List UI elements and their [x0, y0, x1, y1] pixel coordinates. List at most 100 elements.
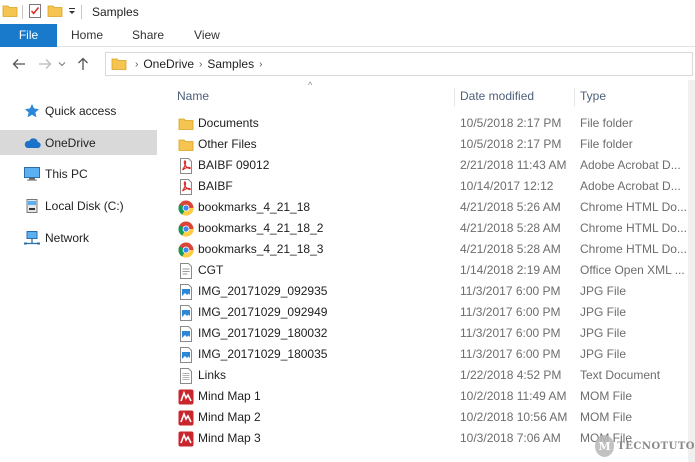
file-name: Documents	[198, 116, 259, 130]
tab-share[interactable]: Share	[118, 24, 180, 47]
file-name: Mind Map 1	[198, 389, 261, 403]
file-row[interactable]: bookmarks_4_21_18_3 4/21/2018 5:28 AM Chro…	[160, 239, 695, 260]
mindmap-file-icon	[178, 431, 194, 447]
file-type: JPG File	[580, 305, 627, 319]
file-type: Office Open XML ...	[580, 263, 685, 277]
breadcrumb-chevron-icon[interactable]: ›	[259, 59, 262, 70]
new-folder-icon[interactable]	[47, 4, 63, 21]
network-icon	[22, 230, 42, 246]
file-type: JPG File	[580, 326, 627, 340]
tab-home[interactable]: Home	[58, 24, 118, 47]
column-header: Name Date modified Type	[160, 86, 695, 106]
file-type: JPG File	[580, 347, 627, 361]
folder-icon	[178, 137, 194, 153]
file-name: bookmarks_4_21_18_3	[198, 242, 324, 256]
column-type[interactable]: Type	[574, 86, 693, 106]
tab-file[interactable]: File	[0, 24, 57, 47]
file-row[interactable]: BAIBF 09012 2/21/2018 11:43 AM Adobe Acrob…	[160, 155, 695, 176]
file-type: Adobe Acrobat D...	[580, 179, 681, 193]
file-row[interactable]: IMG_20171029_180035 11/3/2017 6:00 PM JPG …	[160, 344, 695, 365]
breadcrumb-chevron-icon[interactable]: ›	[199, 59, 202, 70]
breadcrumb-onedrive[interactable]: OneDrive	[143, 57, 194, 71]
star-icon	[22, 103, 42, 119]
toolbar-separator	[22, 5, 23, 19]
properties-icon[interactable]	[27, 3, 43, 22]
file-name: CGT	[198, 263, 224, 277]
file-name: Other Files	[198, 137, 257, 151]
file-row[interactable]: IMG_20171029_092949 11/3/2017 6:00 PM JPG …	[160, 302, 695, 323]
back-button[interactable]	[8, 53, 30, 75]
file-name: bookmarks_4_21_18	[198, 200, 311, 214]
file-row[interactable]: Other Files 10/5/2018 2:17 PM File folder	[160, 134, 695, 155]
pdf-icon	[178, 179, 194, 195]
file-date-modified: 10/3/2018 7:06 AM	[460, 431, 561, 445]
file-row[interactable]: IMG_20171029_180032 11/3/2017 6:00 PM JPG …	[160, 323, 695, 344]
text-file-icon	[178, 368, 194, 384]
image-file-icon	[178, 347, 194, 363]
file-name: BAIBF 09012	[198, 158, 270, 172]
file-row[interactable]: bookmarks_4_21_18 4/21/2018 5:26 AM Chrome…	[160, 197, 695, 218]
nav-local-disk[interactable]: Local Disk (C:)	[0, 193, 157, 218]
file-date-modified: 11/3/2017 6:00 PM	[460, 284, 561, 298]
breadcrumb-chevron-icon[interactable]: ›	[135, 59, 138, 70]
nav-onedrive[interactable]: OneDrive	[0, 130, 157, 155]
file-date-modified: 10/5/2018 2:17 PM	[460, 137, 562, 151]
file-type: Chrome HTML Do...	[580, 242, 687, 256]
image-file-icon	[178, 326, 194, 342]
title-bar: Samples	[0, 0, 695, 24]
file-date-modified: 4/21/2018 5:28 AM	[460, 242, 561, 256]
watermark-logo: M	[595, 435, 615, 457]
file-row[interactable]: BAIBF 10/14/2017 12:12 Adobe Acrobat D...	[160, 176, 695, 197]
file-name: Mind Map 3	[198, 431, 261, 445]
ribbon-tabs: File Home Share View	[0, 24, 695, 47]
recent-locations-button[interactable]	[56, 53, 68, 75]
file-date-modified: 11/3/2017 6:00 PM	[460, 305, 561, 319]
breadcrumb-samples[interactable]: Samples	[207, 57, 254, 71]
chrome-icon	[178, 242, 194, 258]
file-rows: Documents 10/5/2018 2:17 PM File folder Oth…	[160, 113, 695, 449]
file-type: File folder	[580, 116, 633, 130]
file-row[interactable]: bookmarks_4_21_18_2 4/21/2018 5:28 AM Chro…	[160, 218, 695, 239]
file-type: Adobe Acrobat D...	[580, 158, 681, 172]
file-date-modified: 1/14/2018 2:19 AM	[460, 263, 561, 277]
arrow-left-icon	[12, 59, 25, 69]
nav-label: Network	[45, 230, 90, 245]
file-name: bookmarks_4_21_18_2	[198, 221, 324, 235]
file-type: Chrome HTML Do...	[580, 221, 687, 235]
tab-view[interactable]: View	[180, 24, 234, 47]
up-button[interactable]	[72, 53, 94, 75]
file-row[interactable]: Mind Map 2 10/2/2018 10:56 AM MOM File	[160, 407, 695, 428]
nav-network[interactable]: Network	[0, 225, 157, 250]
file-row[interactable]: IMG_20171029_092935 11/3/2017 6:00 PM JPG …	[160, 281, 695, 302]
cloud-icon	[22, 135, 42, 151]
folder-icon	[2, 4, 18, 21]
file-row[interactable]: Mind Map 1 10/2/2018 11:49 AM MOM File	[160, 386, 695, 407]
customize-dropdown-icon[interactable]	[67, 5, 77, 19]
column-name[interactable]: Name	[171, 86, 454, 106]
mindmap-file-icon	[178, 389, 194, 405]
chevron-down-icon	[58, 62, 66, 67]
column-date-modified[interactable]: Date modified	[454, 86, 574, 106]
file-type: JPG File	[580, 284, 627, 298]
window-title: Samples	[92, 5, 139, 19]
vertical-scrollbar[interactable]	[688, 80, 695, 462]
file-date-modified: 11/3/2017 6:00 PM	[460, 347, 561, 361]
forward-button[interactable]	[34, 53, 56, 75]
arrow-up-icon	[78, 57, 88, 70]
nav-quick-access[interactable]: Quick access	[0, 98, 157, 123]
file-row[interactable]: CGT 1/14/2018 2:19 AM Office Open XML ...	[160, 260, 695, 281]
watermark: M TECNOTUTO	[595, 430, 695, 462]
address-bar[interactable]: › OneDrive › Samples ›	[105, 52, 693, 76]
chrome-icon	[178, 221, 194, 237]
nav-label: OneDrive	[45, 135, 96, 150]
file-row[interactable]: Documents 10/5/2018 2:17 PM File folder	[160, 113, 695, 134]
document-icon	[178, 263, 194, 279]
nav-label: This PC	[45, 166, 88, 181]
file-name: IMG_20171029_180032	[198, 326, 328, 340]
file-date-modified: 2/21/2018 11:43 AM	[460, 158, 567, 172]
image-file-icon	[178, 305, 194, 321]
file-row[interactable]: Links 1/22/2018 4:52 PM Text Document	[160, 365, 695, 386]
mindmap-file-icon	[178, 410, 194, 426]
nav-this-pc[interactable]: This PC	[0, 161, 157, 186]
file-date-modified: 10/2/2018 11:49 AM	[460, 389, 567, 403]
